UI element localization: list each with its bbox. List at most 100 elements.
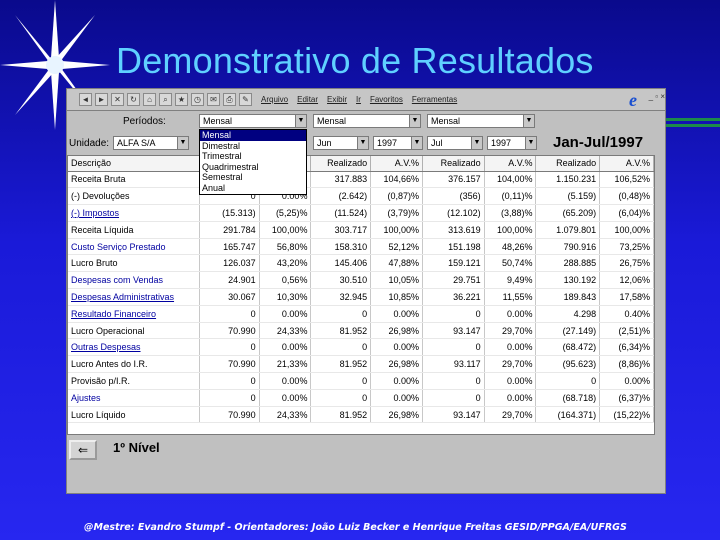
table-cell: 0.00% <box>259 338 312 357</box>
window-controls[interactable]: _ ▫ × <box>649 92 665 101</box>
table-cell: (3,88)% <box>484 204 537 222</box>
table-cell: 70.990 <box>199 355 260 374</box>
table-cell: 81.952 <box>310 355 372 374</box>
edit-icon[interactable]: ✎ <box>239 93 252 106</box>
dropdown-option[interactable]: Trimestral <box>200 151 306 162</box>
table-cell: 70.990 <box>199 322 260 340</box>
row-description: Lucro Operacional <box>68 322 201 340</box>
dropdown-option[interactable]: Dimestral <box>200 141 306 152</box>
table-cell: 73,25% <box>599 238 654 256</box>
table-cell: 303.717 <box>310 221 372 239</box>
table-cell: (12.102) <box>422 204 485 222</box>
row-description[interactable]: Despesas com Vendas <box>68 271 201 290</box>
table-cell: 0 <box>199 338 260 357</box>
periodos-value: Mensal <box>203 116 233 126</box>
month-start-select[interactable]: Jun ▼ <box>313 136 369 150</box>
chevron-down-icon[interactable]: ▼ <box>295 115 306 127</box>
table-row: (-) Impostos (15.313) (5,25)% (11.524) (3,79… <box>68 204 654 222</box>
column-header[interactable]: Realizado <box>310 156 372 172</box>
menu-item[interactable]: Favoritos <box>370 95 403 104</box>
table-cell: 29,70% <box>484 406 537 424</box>
table-cell: 0.00% <box>484 372 537 390</box>
search-icon[interactable]: ⌕ <box>159 93 172 106</box>
mail-icon[interactable]: ✉ <box>207 93 220 106</box>
periodos-dropdown-list[interactable]: Mensal Dimestral Trimestral Quadrimestra… <box>199 129 307 195</box>
menu-item[interactable]: Ir <box>356 95 361 104</box>
table-cell: (3,79)% <box>370 204 423 222</box>
table-cell: 48,26% <box>484 238 537 256</box>
history-icon[interactable]: ◷ <box>191 93 204 106</box>
period-start-select[interactable]: Mensal ▼ <box>313 114 421 128</box>
unidade-value: ALFA S/A <box>117 138 156 148</box>
application-window: ◄ ► ✕ ↻ ⌂ ⌕ ★ ◷ ✉ ⎙ ✎ Arquivo Editar Exi… <box>66 88 666 494</box>
periodos-label: Períodos: <box>123 116 166 127</box>
table-row: (-) Devoluções 0 0.00% (2.642) (0,87)% (356)(… <box>68 187 654 206</box>
row-description[interactable]: (-) Impostos <box>68 204 201 222</box>
periodos-select[interactable]: Mensal ▼ <box>199 114 307 128</box>
unidade-select[interactable]: ALFA S/A ▼ <box>113 136 189 150</box>
level-label: 1º Nível <box>113 440 160 455</box>
table-row: Lucro Líquido 70.990 24,33% 81.952 26,98% 93.… <box>68 406 654 424</box>
period-title: Jan-Jul/1997 <box>553 134 644 151</box>
chevron-down-icon[interactable]: ▼ <box>523 115 534 127</box>
table-cell: (2,51)% <box>599 322 654 340</box>
table-cell: 81.952 <box>310 322 372 340</box>
print-icon[interactable]: ⎙ <box>223 93 236 106</box>
chevron-down-icon[interactable]: ▼ <box>409 115 420 127</box>
column-header[interactable]: A.V.% <box>370 156 423 172</box>
menu-item[interactable]: Exibir <box>327 95 347 104</box>
dropdown-option[interactable]: Mensal <box>200 130 306 141</box>
slide-title: Demonstrativo de Resultados <box>116 40 594 81</box>
table-cell: 0 <box>422 389 485 407</box>
column-header[interactable]: Descrição <box>68 156 201 172</box>
table-cell: 93.117 <box>422 355 485 374</box>
table-row: Despesas Administrativas 30.067 10,30% 32.9… <box>68 288 654 306</box>
menu-item[interactable]: Arquivo <box>261 95 288 104</box>
menu-item[interactable]: Editar <box>297 95 318 104</box>
table-cell: 790.916 <box>535 238 601 256</box>
column-header[interactable]: A.V.% <box>599 156 654 172</box>
table-cell: (11.524) <box>310 204 372 222</box>
browser-logo-icon: e <box>629 90 637 110</box>
table-cell: 189.843 <box>535 288 601 306</box>
column-header[interactable]: A.V.% <box>484 156 537 172</box>
row-description[interactable]: Ajustes <box>68 389 201 407</box>
table-cell: 26,98% <box>370 355 423 374</box>
back-button[interactable]: ⇐ <box>69 440 97 460</box>
table-cell: (6,37)% <box>599 389 654 407</box>
table-cell: 0.00% <box>370 372 423 390</box>
favorites-icon[interactable]: ★ <box>175 93 188 106</box>
table-cell: (65.209) <box>535 204 601 222</box>
table-cell: (6,34)% <box>599 338 654 357</box>
dropdown-option[interactable]: Anual <box>200 183 306 194</box>
table-cell: 151.198 <box>422 238 485 256</box>
row-description[interactable]: Custo Serviço Prestado <box>68 238 201 256</box>
year-end-select[interactable]: 1997 ▼ <box>487 136 537 150</box>
table-cell: 32.945 <box>310 288 372 306</box>
table-cell: (27.149) <box>535 322 601 340</box>
table-cell: 0 <box>310 338 372 357</box>
row-description[interactable]: Outras Despesas <box>68 338 201 357</box>
forward-nav-icon[interactable]: ► <box>95 93 108 106</box>
chevron-down-icon[interactable]: ▼ <box>525 137 536 149</box>
dropdown-option[interactable]: Quadrimestral <box>200 162 306 173</box>
chevron-down-icon[interactable]: ▼ <box>357 137 368 149</box>
year-start-select[interactable]: 1997 ▼ <box>373 136 423 150</box>
dropdown-option[interactable]: Semestral <box>200 172 306 183</box>
table-cell: (164.371) <box>535 406 601 424</box>
month-end-select[interactable]: Jul ▼ <box>427 136 483 150</box>
chevron-down-icon[interactable]: ▼ <box>411 137 422 149</box>
refresh-icon[interactable]: ↻ <box>127 93 140 106</box>
back-nav-icon[interactable]: ◄ <box>79 93 92 106</box>
chevron-down-icon[interactable]: ▼ <box>471 137 482 149</box>
column-header[interactable]: Realizado <box>535 156 601 172</box>
chevron-down-icon[interactable]: ▼ <box>177 137 188 149</box>
row-description[interactable]: Resultado Financeiro <box>68 305 201 323</box>
home-icon[interactable]: ⌂ <box>143 93 156 106</box>
period-end-select[interactable]: Mensal ▼ <box>427 114 535 128</box>
menu-item[interactable]: Ferramentas <box>412 95 457 104</box>
row-description[interactable]: Despesas Administrativas <box>68 288 201 306</box>
table-cell: 26,98% <box>370 406 423 424</box>
stop-icon[interactable]: ✕ <box>111 93 124 106</box>
column-header[interactable]: Realizado <box>422 156 485 172</box>
